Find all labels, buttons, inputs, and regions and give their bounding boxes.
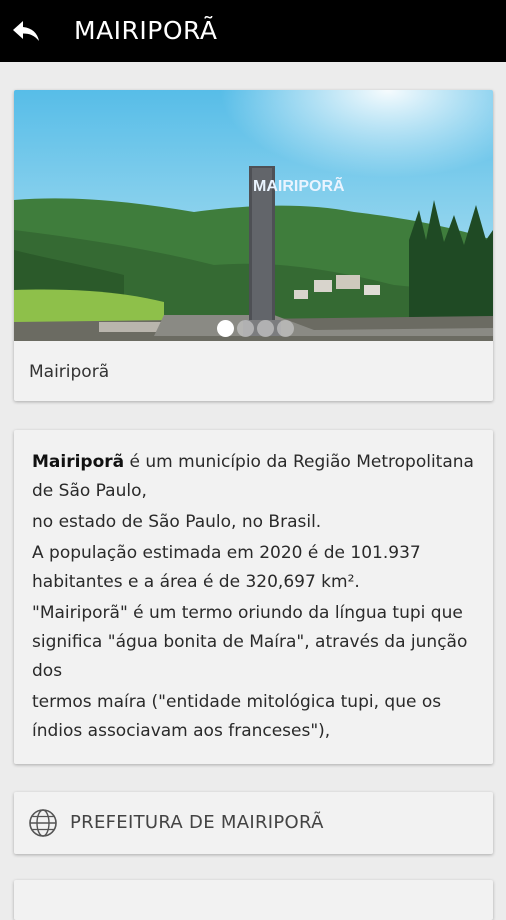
- carousel-dot-active[interactable]: [217, 320, 234, 337]
- carousel-dots: [14, 318, 493, 338]
- city-name-bold: Mairiporã: [32, 452, 125, 472]
- carousel-dot[interactable]: [237, 320, 254, 337]
- description-paragraph-1: Mairiporã é um município da Região Metro…: [32, 448, 482, 506]
- prefeitura-link-label: PREFEITURA DE MAIRIPORÃ: [70, 812, 324, 833]
- city-photo[interactable]: MAIRIPORÃ: [14, 90, 493, 341]
- globe-icon: [29, 809, 57, 837]
- description-paragraph-5: termos maíra ("entidade mitológica tupi,…: [32, 692, 442, 741]
- monument-lettering: MAIRIPORÃ: [253, 178, 345, 195]
- prefeitura-link[interactable]: PREFEITURA DE MAIRIPORÃ: [14, 792, 493, 854]
- carousel-dot[interactable]: [277, 320, 294, 337]
- image-caption: Mairiporã: [29, 362, 110, 382]
- image-gallery-card: MAIRIPORÃ Mairiporã: [14, 90, 493, 401]
- city-photo-illustration: [14, 90, 493, 341]
- page-title: MAIRIPORÃ: [74, 16, 218, 45]
- description-paragraph-3: A população estimada em 2020 é de 101.93…: [32, 543, 421, 592]
- carousel-dot[interactable]: [257, 320, 274, 337]
- description-text: Mairiporã é um município da Região Metro…: [32, 448, 482, 748]
- description-paragraph-2: no estado de São Paulo, no Brasil.: [32, 512, 322, 532]
- top-app-bar: MAIRIPORÃ: [0, 0, 506, 62]
- next-link-card[interactable]: [14, 880, 493, 920]
- description-card: Mairiporã é um município da Região Metro…: [14, 430, 493, 764]
- back-arrow-icon[interactable]: [10, 15, 42, 47]
- description-paragraph-4: "Mairiporã" é um termo oriundo da língua…: [32, 603, 468, 681]
